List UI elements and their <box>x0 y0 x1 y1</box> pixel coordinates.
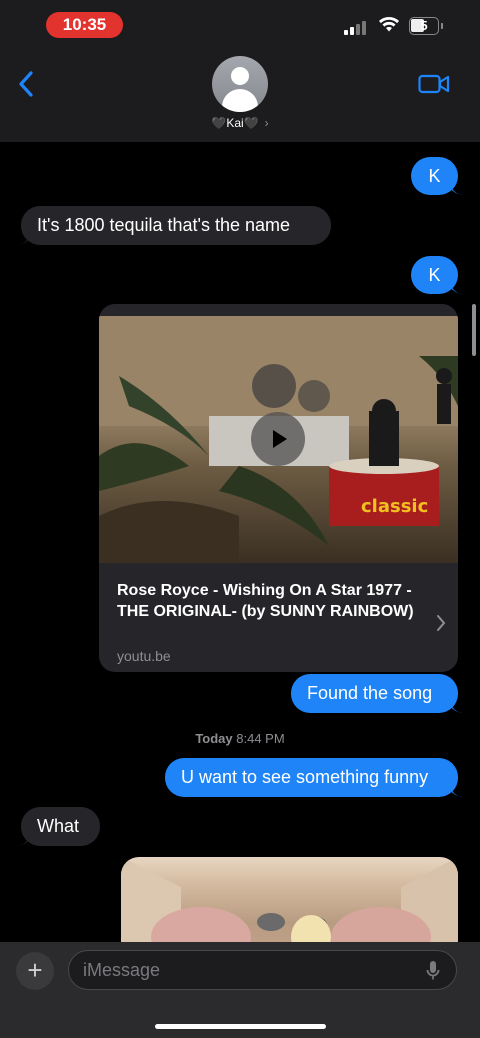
bubble-tail <box>450 281 463 294</box>
battery-indicator: 5 <box>409 17 439 35</box>
incoming-message[interactable]: What <box>21 807 100 846</box>
chevron-left-icon[interactable] <box>18 70 34 98</box>
microphone-icon[interactable] <box>426 960 440 982</box>
status-time[interactable]: 10:35 <box>46 12 123 38</box>
plus-button[interactable]: + <box>16 952 54 990</box>
timestamp-day: Today <box>195 731 233 746</box>
message-timestamp: Today 8:44 PM <box>0 731 480 746</box>
cellular-signal-icon <box>344 19 370 35</box>
bubble-tail <box>17 833 30 846</box>
contact-avatar[interactable] <box>212 56 268 112</box>
video-thumbnail[interactable]: classic <box>99 316 458 563</box>
outgoing-message[interactable]: U want to see something funny <box>165 758 458 797</box>
status-bar: 10:35 5 <box>0 0 480 50</box>
home-indicator[interactable] <box>155 1024 326 1029</box>
bubble-tail <box>450 700 463 713</box>
scroll-indicator[interactable] <box>472 304 476 356</box>
outgoing-message[interactable]: Found the song <box>291 674 458 713</box>
message-input[interactable]: iMessage <box>68 950 457 990</box>
channel-badge: classic <box>361 496 429 517</box>
battery-tip <box>441 23 443 29</box>
compose-bar: + iMessage <box>0 942 480 1038</box>
chevron-right-icon: › <box>264 116 269 130</box>
battery-level: 5 <box>420 18 428 33</box>
contact-name: 🖤Kai🖤 <box>211 116 259 130</box>
play-button[interactable] <box>251 412 305 466</box>
bubble-tail <box>450 182 463 195</box>
link-title: Rose Royce - Wishing On A Star 1977 -THE… <box>117 582 414 620</box>
link-domain: youtu.be <box>117 648 171 664</box>
link-preview-card[interactable]: classic Rose Royce - Wishing On A Star 1… <box>99 304 458 672</box>
message-input-placeholder: iMessage <box>83 960 161 980</box>
wifi-icon <box>379 17 399 32</box>
video-camera-icon[interactable] <box>418 74 450 94</box>
conversation-header: 10:35 5 🖤Kai🖤 › <box>0 0 480 142</box>
incoming-message[interactable]: It's 1800 tequila that's the name <box>21 206 331 245</box>
timestamp-time: 8:44 PM <box>236 731 285 746</box>
play-icon <box>273 430 287 448</box>
contact-name-row[interactable]: 🖤Kai🖤 › <box>180 116 300 130</box>
bubble-tail <box>450 784 463 797</box>
bubble-tail <box>17 232 30 245</box>
chevron-right-icon <box>437 615 446 631</box>
